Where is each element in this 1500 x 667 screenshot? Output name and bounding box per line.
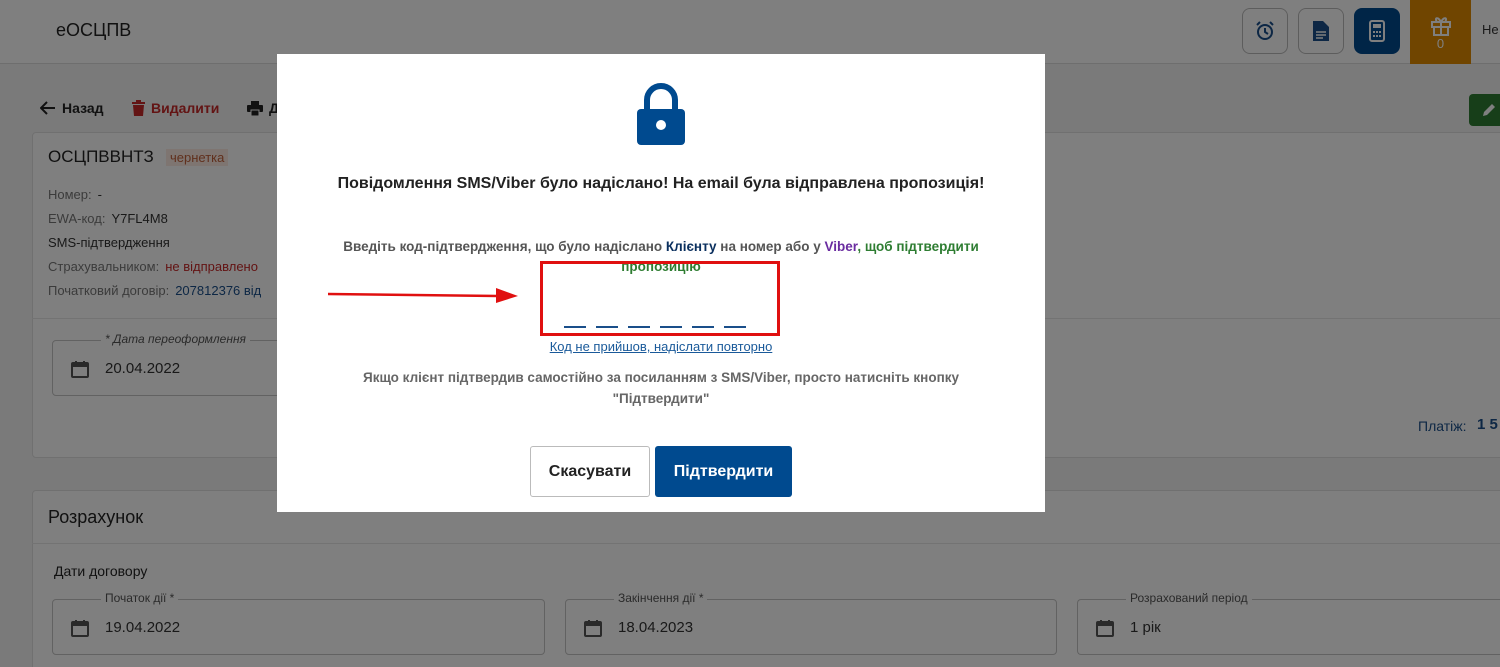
cancel-button[interactable]: Скасувати <box>530 446 650 497</box>
instr-client: Клієнту <box>665 239 717 254</box>
pointer-arrow-icon <box>328 288 518 303</box>
lock-icon <box>637 83 685 145</box>
instr-viber: Viber <box>824 239 858 254</box>
modal-title: Повідомлення SMS/Viber було надіслано! Н… <box>337 175 985 192</box>
instr-text: Введіть код-підтвердження, що було надіс… <box>343 239 666 254</box>
confirm-button[interactable]: Підтвердити <box>655 446 792 497</box>
code-highlight-box <box>540 261 780 336</box>
instr-text: на номер або у <box>716 239 825 254</box>
resend-code-link[interactable]: Код не прийшов, надіслати повторно <box>277 339 1045 354</box>
self-confirm-hint: Якщо клієнт підтвердив самостійно за пос… <box>362 370 959 406</box>
